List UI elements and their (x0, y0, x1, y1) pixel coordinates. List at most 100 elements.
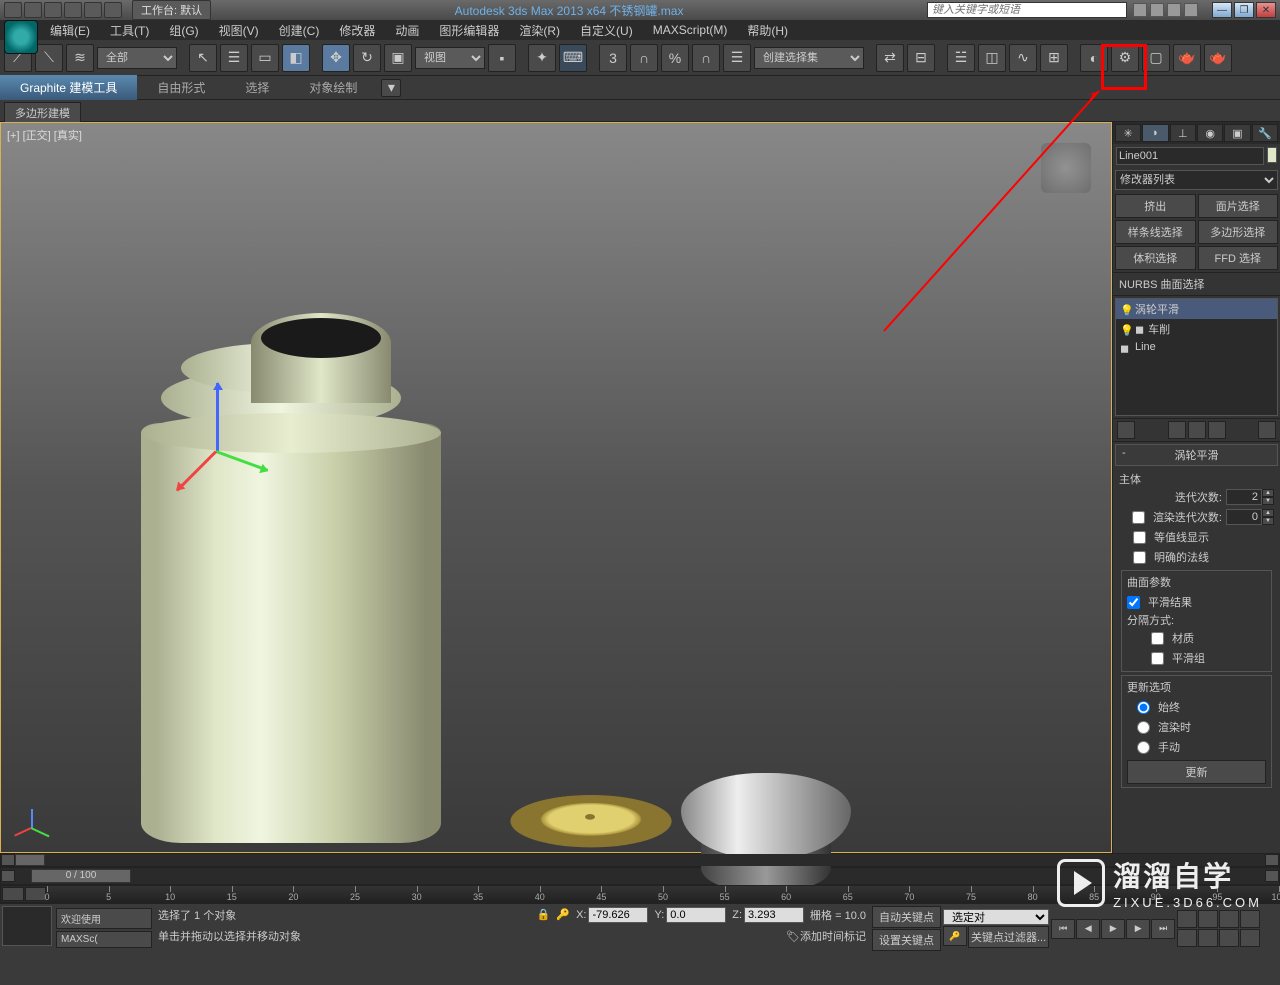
fov-icon[interactable] (1177, 929, 1197, 947)
scroll-thumb[interactable] (15, 854, 45, 866)
object-color-swatch[interactable] (1267, 147, 1277, 163)
material-editor-icon[interactable]: ◐ (1080, 44, 1108, 72)
stack-item-turbosmooth[interactable]: 💡涡轮平滑 (1116, 299, 1277, 319)
viewport-hscrollbar[interactable] (0, 853, 1280, 867)
menu-group[interactable]: 组(G) (159, 19, 208, 42)
pin-stack-icon[interactable] (1117, 421, 1135, 439)
update-manual-radio[interactable] (1137, 741, 1150, 754)
manipulate-icon[interactable]: ✦ (528, 44, 556, 72)
smoothresult-checkbox[interactable] (1127, 596, 1140, 609)
tab-freeform[interactable]: 自由形式 (137, 75, 225, 100)
selected-dropdown[interactable]: 选定对 (943, 909, 1049, 925)
maxscript-listener-button[interactable]: MAXSc( (56, 931, 152, 948)
render-frame-icon[interactable]: ▢ (1142, 44, 1170, 72)
modifier-stack[interactable]: 💡涡轮平滑 💡◼ 车削 ◼Line (1115, 298, 1278, 416)
prev-frame-icon[interactable]: ◀ (1076, 919, 1100, 939)
btn-polyselect[interactable]: 多边形选择 (1198, 220, 1279, 244)
unlink-icon[interactable]: ⟍ (35, 44, 63, 72)
modifier-list-dropdown[interactable]: 修改器列表 (1115, 170, 1278, 190)
time-slider-left-icon[interactable] (1, 870, 15, 882)
minimize-button[interactable]: — (1212, 2, 1232, 18)
key-icon[interactable]: 🔑 (556, 908, 570, 921)
tab-utilities-icon[interactable]: 🔧 (1252, 124, 1278, 142)
goto-start-icon[interactable]: ⏮ (1051, 919, 1075, 939)
menu-render[interactable]: 渲染(R) (509, 19, 570, 42)
tab-create-icon[interactable]: ✳ (1115, 124, 1141, 142)
qat-link-icon[interactable] (104, 2, 122, 18)
rollout-turbosmooth[interactable]: 涡轮平滑 (1115, 444, 1278, 466)
orbit-icon[interactable] (1219, 929, 1239, 947)
ribbon-expand-icon[interactable]: ▾ (381, 79, 401, 97)
update-render-radio[interactable] (1137, 721, 1150, 734)
btn-faceselect[interactable]: 面片选择 (1198, 194, 1279, 218)
transform-gizmo[interactable] (201, 373, 281, 493)
menu-custom[interactable]: 自定义(U) (570, 19, 643, 42)
render-production-icon[interactable]: 🫖 (1173, 44, 1201, 72)
zoom-extents-all-icon[interactable] (1240, 910, 1260, 928)
help-icon[interactable] (1184, 3, 1198, 17)
scroll-left-icon[interactable] (1, 854, 15, 866)
coord-x-input[interactable] (588, 907, 648, 923)
timeline-keymode-icon[interactable] (25, 887, 47, 901)
render-iterative-icon[interactable]: 🫖 (1204, 44, 1232, 72)
update-button[interactable]: 更新 (1127, 760, 1266, 784)
reference-coord-dropdown[interactable]: 视图 (415, 47, 485, 69)
next-frame-icon[interactable]: ▶ (1126, 919, 1150, 939)
render-iters-checkbox[interactable] (1132, 511, 1145, 524)
move-icon[interactable]: ✥ (322, 44, 350, 72)
timetag-icon[interactable]: 🏷 (786, 930, 800, 943)
named-selection-dropdown[interactable]: 创建选择集 (754, 47, 864, 69)
btn-extrude[interactable]: 挤出 (1115, 194, 1196, 218)
autokey-button[interactable]: 自动关键点 (872, 906, 941, 928)
unique-icon[interactable] (1188, 421, 1206, 439)
qat-redo-icon[interactable] (84, 2, 102, 18)
menu-modifiers[interactable]: 修改器 (329, 19, 385, 42)
setkey-big-icon[interactable]: 🔑 (943, 926, 967, 946)
snap-percent2-icon[interactable]: % (661, 44, 689, 72)
align-icon[interactable]: ⊟ (907, 44, 935, 72)
workspace-dropdown[interactable]: 工作台: 默认 (132, 0, 211, 20)
zoom-icon[interactable] (1177, 910, 1197, 928)
maximize-viewport-icon[interactable] (1240, 929, 1260, 947)
menu-create[interactable]: 创建(C) (269, 19, 330, 42)
menu-animation[interactable]: 动画 (385, 19, 429, 42)
explicit-checkbox[interactable] (1133, 551, 1146, 564)
application-menu-icon[interactable] (4, 20, 38, 54)
menu-help[interactable]: 帮助(H) (737, 19, 798, 42)
maximize-button[interactable]: ❐ (1234, 2, 1254, 18)
graphite-toggle-icon[interactable]: ◫ (978, 44, 1006, 72)
key-icon[interactable] (1150, 3, 1164, 17)
binoculars-icon[interactable] (1133, 3, 1147, 17)
coord-z-input[interactable] (744, 907, 804, 923)
welcome-button[interactable]: 欢迎使用 (56, 908, 152, 929)
configure-sets-icon[interactable] (1258, 421, 1276, 439)
menu-edit[interactable]: 编辑(E) (40, 19, 100, 42)
qat-new-icon[interactable] (4, 2, 22, 18)
object-name-input[interactable] (1116, 147, 1264, 165)
time-slider-thumb[interactable]: 0 / 100 (31, 869, 131, 883)
tab-modify-icon[interactable]: ◗ (1142, 124, 1168, 142)
render-setup-icon[interactable]: ⚙ (1111, 44, 1139, 72)
tab-graphite[interactable]: Graphite 建模工具 (0, 75, 137, 100)
menu-graph[interactable]: 图形编辑器 (429, 19, 509, 42)
tab-selection[interactable]: 选择 (225, 75, 289, 100)
spinner-down-icon[interactable]: ▼ (1262, 497, 1274, 505)
bind-spacewarp-icon[interactable]: ≋ (66, 44, 94, 72)
help-search-input[interactable] (927, 2, 1127, 18)
spinner-up-icon[interactable]: ▲ (1262, 489, 1274, 497)
setkey-button[interactable]: 设置关键点 (872, 929, 941, 951)
panel-poly-modeling[interactable]: 多边形建模 (4, 102, 81, 124)
update-always-radio[interactable] (1137, 701, 1150, 714)
tab-objpaint[interactable]: 对象绘制 (289, 75, 377, 100)
pan-icon[interactable] (1198, 929, 1218, 947)
select-by-name-icon[interactable]: ☰ (220, 44, 248, 72)
lock-icon[interactable]: 🔒 (537, 908, 551, 921)
menu-maxscript[interactable]: MAXScript(M) (643, 20, 738, 40)
time-slider[interactable]: 0 / 100 (0, 867, 1280, 885)
snap-percent-icon[interactable]: ∩ (630, 44, 658, 72)
stack-item-lathe[interactable]: 💡◼ 车削 (1116, 319, 1277, 339)
scale-icon[interactable]: ▣ (384, 44, 412, 72)
smoothgrp-checkbox[interactable] (1151, 652, 1164, 665)
remove-mod-icon[interactable] (1208, 421, 1226, 439)
btn-ffdselect[interactable]: FFD 选择 (1198, 246, 1279, 270)
